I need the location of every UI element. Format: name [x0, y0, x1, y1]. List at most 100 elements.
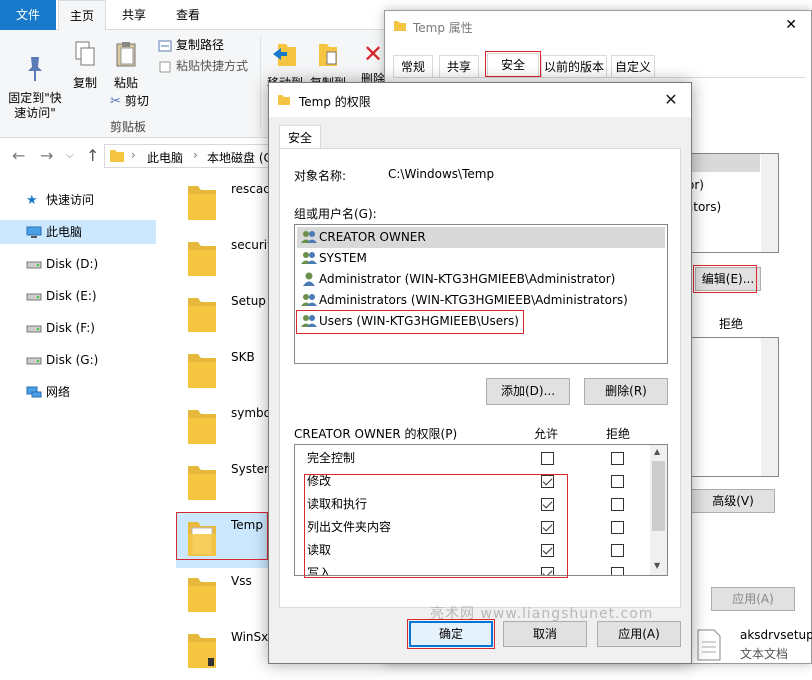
list-item-label: Administrator (WIN-KTG3HGMIEEB\Administr… — [319, 272, 616, 286]
object-name-label: 对象名称: — [294, 169, 347, 183]
security-panel: 对象名称: C:\Windows\Temp 组或用户名(G): CREATOR … — [279, 148, 681, 608]
scroll-thumb[interactable] — [652, 461, 665, 531]
nav-network[interactable]: 网络 — [0, 380, 156, 404]
forward-arrow-icon[interactable]: → — [40, 147, 53, 165]
scrollbar[interactable]: ▲ ▼ — [650, 445, 667, 575]
allow-checkbox[interactable] — [541, 475, 554, 488]
permissions-label: CREATOR OWNER 的权限(P) — [294, 427, 458, 441]
folder-icon — [188, 242, 216, 276]
paste-shortcut-label: 粘贴快捷方式 — [176, 59, 249, 73]
allow-checkbox[interactable] — [541, 521, 554, 534]
add-button[interactable]: 添加(D)... — [486, 378, 570, 405]
nav-label: 此电脑 — [46, 225, 83, 239]
breadcrumb-local-disk[interactable]: 本地磁盘 (C — [207, 149, 272, 166]
cancel-button[interactable]: 取消 — [503, 621, 587, 647]
ok-button[interactable]: 确定 — [409, 621, 493, 647]
tab-general[interactable]: 常规 — [393, 55, 433, 77]
permission-row: 列出文件夹内容 — [307, 516, 647, 539]
list-item-label: CREATOR OWNER — [319, 230, 426, 244]
allow-checkbox[interactable] — [541, 567, 554, 575]
ribbon-separator — [260, 36, 261, 128]
nav-label: Disk (G:) — [46, 353, 99, 367]
tab-share[interactable]: 共享 — [112, 0, 156, 30]
pin-icon — [28, 57, 42, 81]
apply-button[interactable]: 应用(A) — [597, 621, 681, 647]
group-user-list[interactable]: CREATOR OWNER SYSTEM Administrator (WIN-… — [294, 224, 668, 364]
dialog-titlebar: Temp 的权限 ✕ — [269, 83, 691, 117]
deny-checkbox[interactable] — [611, 521, 624, 534]
file-item[interactable]: Vss — [176, 568, 276, 624]
deny-checkbox[interactable] — [611, 475, 624, 488]
nav-disk-d[interactable]: Disk (D:) — [0, 252, 156, 276]
list-item[interactable]: Administrator (WIN-KTG3HGMIEEB\Administr… — [297, 269, 665, 290]
scroll-up-icon[interactable]: ▲ — [654, 447, 660, 456]
file-item[interactable]: securit — [176, 232, 276, 288]
nav-disk-f[interactable]: Disk (F:) — [0, 316, 156, 340]
edit-button[interactable]: 编辑(E)... — [695, 267, 761, 291]
close-icon[interactable]: ✕ — [657, 87, 685, 113]
delete-button[interactable]: ✕ 删除 — [360, 40, 386, 87]
deny-checkbox[interactable] — [611, 452, 624, 465]
tab-customize[interactable]: 自定义 — [611, 55, 655, 77]
file-item[interactable]: rescach — [176, 176, 277, 232]
paste-shortcut-icon — [159, 61, 171, 72]
pin-quick-access-button[interactable]: 固定到"快 速访问" — [6, 40, 64, 136]
copy-button[interactable]: 复制 — [68, 40, 102, 91]
file-item-temp-selected[interactable]: Temp — [176, 512, 276, 568]
remove-button[interactable]: 删除(R) — [584, 378, 668, 405]
allow-checkbox[interactable] — [541, 452, 554, 465]
permission-row: 读取和执行 — [307, 493, 647, 516]
paste-button[interactable]: 粘贴 — [108, 40, 144, 91]
list-item[interactable]: CREATOR OWNER — [297, 227, 665, 248]
chevron-down-icon[interactable]: ⌵ — [66, 147, 74, 165]
list-item[interactable]: Administrators (WIN-KTG3HGMIEEB\Administ… — [297, 290, 665, 311]
file-item[interactable]: symbo — [176, 400, 276, 456]
tab-security[interactable]: 安全 — [487, 53, 539, 77]
permission-name: 读取和执行 — [307, 497, 368, 511]
copy-icon — [75, 41, 95, 66]
copy-path-button[interactable]: 复制路径 — [158, 36, 224, 54]
tab-previous-versions[interactable]: 以前的版本 — [541, 55, 607, 77]
file-item[interactable]: System — [176, 456, 276, 512]
paste-label: 粘贴 — [113, 76, 138, 90]
file-type: 文本文档 — [740, 647, 789, 661]
nav-disk-e[interactable]: Disk (E:) — [0, 284, 156, 308]
close-icon[interactable]: ✕ — [785, 17, 797, 33]
tab-file[interactable]: 文件 — [0, 0, 56, 30]
nav-disk-g[interactable]: Disk (G:) — [0, 348, 156, 372]
breadcrumb-this-pc[interactable]: 此电脑 — [147, 149, 183, 166]
tab-view[interactable]: 查看 — [166, 0, 210, 30]
advanced-button[interactable]: 高级(V) — [691, 489, 775, 513]
list-item-users[interactable]: Users (WIN-KTG3HGMIEEB\Users) — [297, 311, 665, 332]
file-item[interactable]: SKB — [176, 344, 276, 400]
nav-label: 快速访问 — [46, 193, 95, 207]
cut-button[interactable]: ✂ 剪切 — [110, 92, 149, 110]
scroll-down-icon[interactable]: ▼ — [654, 561, 660, 570]
deny-checkbox[interactable] — [611, 544, 624, 557]
folder-icon — [188, 186, 216, 220]
deny-checkbox[interactable] — [611, 498, 624, 511]
paste-shortcut-button[interactable]: 粘贴快捷方式 — [158, 57, 248, 75]
tab-sharing[interactable]: 共享 — [439, 55, 479, 77]
nav-quick-access[interactable]: ★ 快速访问 — [0, 188, 156, 212]
address-bar[interactable]: › 此电脑 › 本地磁盘 (C — [104, 144, 284, 168]
deny-checkbox[interactable] — [611, 567, 624, 575]
scrollbar[interactable] — [761, 154, 778, 252]
deny-column-header: 拒绝 — [606, 427, 631, 441]
allow-checkbox[interactable] — [541, 544, 554, 557]
allow-checkbox[interactable] — [541, 498, 554, 511]
file-item[interactable]: Setup — [176, 288, 276, 344]
scrollbar[interactable] — [761, 338, 778, 476]
list-item[interactable]: SYSTEM — [297, 248, 665, 269]
properties-apply-button[interactable]: 应用(A) — [711, 587, 795, 611]
nav-label: Disk (E:) — [46, 289, 97, 303]
file-item[interactable]: WinSxS — [176, 624, 276, 680]
file-name[interactable]: aksdrvsetup — [740, 628, 812, 642]
drive-icon — [26, 293, 42, 301]
tab-security[interactable]: 安全 — [279, 125, 321, 149]
nav-this-pc[interactable]: 此电脑 — [0, 220, 156, 244]
up-arrow-icon[interactable]: ↑ — [86, 147, 99, 165]
folder-icon — [188, 410, 216, 444]
tab-home[interactable]: 主页 — [58, 0, 106, 31]
back-arrow-icon[interactable]: ← — [12, 147, 25, 165]
